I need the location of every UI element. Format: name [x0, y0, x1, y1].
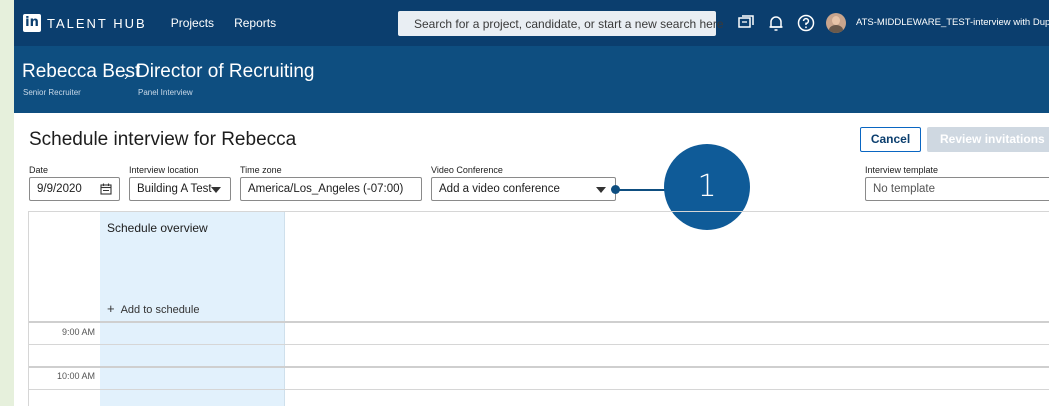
grid-line — [29, 344, 1049, 345]
nav-link-reports[interactable]: Reports — [234, 16, 276, 30]
account-name[interactable]: ATS-MIDDLEWARE_TEST-interview with Duplo — [856, 17, 1049, 28]
time-label-10am: 10:00 AM — [56, 371, 95, 381]
candidate-role: Senior Recruiter — [23, 88, 81, 97]
nav-link-projects[interactable]: Projects — [171, 16, 214, 30]
search-bar[interactable]: Search for a project, candidate, or star… — [398, 11, 724, 36]
timezone-value: America/Los_Angeles (-07:00) — [248, 183, 404, 195]
date-label: Date — [29, 165, 49, 175]
interview-template-select[interactable]: No template — [865, 177, 1049, 201]
candidate-name[interactable]: Rebecca Best — [22, 61, 140, 83]
add-to-schedule-label: Add to schedule — [120, 304, 200, 316]
grid-line — [29, 389, 1049, 390]
grid-line — [29, 366, 1049, 368]
time-label-9am: 9:00 AM — [61, 327, 95, 337]
interview-template-value: No template — [873, 183, 936, 195]
location-value: Building A Test — [137, 183, 212, 195]
add-to-schedule-button[interactable]: + Add to schedule — [107, 301, 199, 316]
messages-icon[interactable] — [736, 13, 756, 33]
timezone-field[interactable]: America/Los_Angeles (-07:00) — [240, 177, 422, 201]
job-subtitle: Panel Interview — [138, 88, 193, 97]
help-icon[interactable] — [796, 13, 816, 33]
search-input[interactable]: Search for a project, candidate, or star… — [414, 17, 724, 31]
avatar[interactable] — [826, 13, 846, 33]
top-nav: in TALENT HUB Projects Reports Search fo… — [14, 0, 1049, 46]
video-conference-select[interactable]: Add a video conference — [431, 177, 616, 201]
app-window: in TALENT HUB Projects Reports Search fo… — [14, 0, 1049, 406]
chevron-down-icon — [211, 187, 221, 193]
location-label: Interview location — [129, 165, 199, 175]
bell-icon[interactable] — [766, 13, 786, 33]
page-title: Schedule interview for Rebecca — [29, 129, 297, 150]
brand-name[interactable]: TALENT HUB — [47, 16, 147, 31]
plus-icon: + — [107, 301, 115, 316]
linkedin-logo-icon: in — [23, 14, 41, 32]
timezone-label: Time zone — [240, 165, 282, 175]
candidate-header: Rebecca Best Senior Recruiter › Director… — [14, 46, 1049, 113]
grid-line — [29, 321, 1049, 323]
date-field[interactable]: 9/9/2020 — [29, 177, 120, 201]
callout-dot — [611, 185, 620, 194]
video-conference-value: Add a video conference — [439, 183, 560, 195]
review-invitations-button[interactable]: Review invitations — [927, 127, 1049, 152]
chevron-down-icon — [596, 187, 606, 193]
cancel-button[interactable]: Cancel — [860, 127, 921, 152]
calendar-icon[interactable] — [100, 183, 112, 195]
date-value: 9/9/2020 — [37, 183, 82, 195]
callout-badge: 1 — [664, 144, 750, 230]
schedule-overview-title: Schedule overview — [107, 221, 208, 235]
video-conference-label: Video Conference — [431, 165, 503, 175]
breadcrumb-separator-icon: › — [124, 68, 129, 83]
location-select[interactable]: Building A Test — [129, 177, 231, 201]
job-title[interactable]: Director of Recruiting — [136, 61, 314, 83]
interview-template-label: Interview template — [865, 165, 939, 175]
